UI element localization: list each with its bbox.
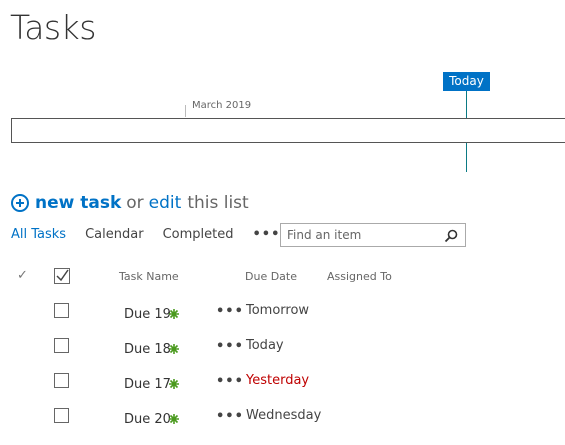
column-due-date[interactable]: Due Date bbox=[245, 270, 297, 283]
due-date-value: Wednesday bbox=[246, 408, 322, 423]
row-checkbox[interactable] bbox=[54, 373, 69, 388]
item-menu-button[interactable]: ••• bbox=[216, 374, 244, 389]
new-item-icon bbox=[169, 414, 179, 424]
select-all-checkbox-icon[interactable] bbox=[54, 268, 70, 284]
this-list-text: this list bbox=[187, 193, 249, 213]
search-icon[interactable] bbox=[444, 229, 458, 243]
item-menu-button[interactable]: ••• bbox=[216, 409, 244, 424]
column-task-name[interactable]: Task Name bbox=[119, 270, 179, 283]
or-text: or bbox=[126, 193, 144, 213]
tab-completed[interactable]: Completed bbox=[163, 227, 234, 242]
due-date-value: Today bbox=[246, 338, 284, 353]
view-tabs: All Tasks Calendar Completed ••• bbox=[11, 227, 280, 242]
more-views-button[interactable]: ••• bbox=[252, 227, 280, 242]
new-item-icon bbox=[169, 309, 179, 319]
timeline-bar[interactable] bbox=[11, 118, 565, 143]
task-name-link[interactable]: Due 18 bbox=[124, 342, 171, 357]
table-row: Due 20 ••• Wednesday bbox=[0, 408, 565, 443]
row-checkbox[interactable] bbox=[54, 338, 69, 353]
search-input[interactable] bbox=[281, 227, 439, 243]
search-box bbox=[280, 223, 466, 247]
month-label: March 2019 bbox=[192, 100, 252, 111]
page-title: Tasks bbox=[10, 8, 96, 47]
new-item-icon bbox=[169, 379, 179, 389]
row-checkbox[interactable] bbox=[54, 408, 69, 423]
edit-list-link[interactable]: edit bbox=[149, 193, 182, 213]
table-row: Due 19 ••• Tomorrow bbox=[0, 303, 565, 338]
task-name-link[interactable]: Due 20 bbox=[124, 412, 171, 427]
check-column-header: ✓ bbox=[17, 268, 28, 283]
month-tick bbox=[185, 105, 186, 117]
table-row: Due 18 ••• Today bbox=[0, 338, 565, 373]
new-task-line: new task or edit this list bbox=[11, 191, 249, 215]
plus-circle-icon[interactable] bbox=[11, 194, 29, 212]
table-row: Due 17 ••• Yesterday bbox=[0, 373, 565, 408]
new-task-link[interactable]: new task bbox=[35, 193, 121, 213]
item-menu-button[interactable]: ••• bbox=[216, 339, 244, 354]
due-date-value: Tomorrow bbox=[246, 303, 310, 318]
new-item-icon bbox=[169, 344, 179, 354]
task-name-link[interactable]: Due 19 bbox=[124, 307, 171, 322]
row-checkbox[interactable] bbox=[54, 303, 69, 318]
today-marker-label: Today bbox=[443, 72, 490, 91]
tab-all-tasks[interactable]: All Tasks bbox=[11, 227, 66, 242]
tab-calendar[interactable]: Calendar bbox=[85, 227, 143, 242]
task-name-link[interactable]: Due 17 bbox=[124, 377, 171, 392]
due-date-value: Yesterday bbox=[246, 373, 310, 388]
column-assigned-to[interactable]: Assigned To bbox=[327, 270, 392, 283]
item-menu-button[interactable]: ••• bbox=[216, 304, 244, 319]
